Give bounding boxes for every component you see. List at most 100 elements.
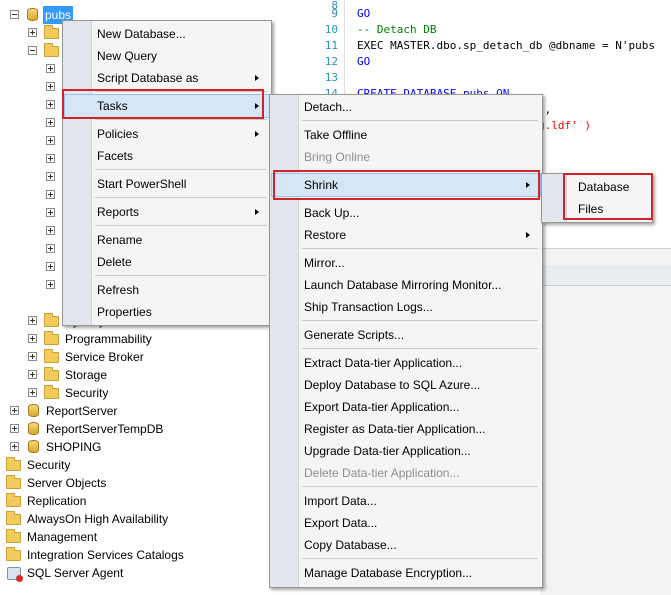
menu-separator <box>302 320 538 321</box>
expand-icon[interactable] <box>46 64 55 73</box>
menu-item-label: Delete <box>97 255 132 269</box>
menu-item-label: Delete Data-tier Application... <box>304 466 460 480</box>
menu-item-label: Facets <box>97 149 134 163</box>
menu-item-shrink-database[interactable]: Database <box>544 176 650 198</box>
menu-item-restore[interactable]: Restore <box>272 224 540 246</box>
tasks-submenu: Detach... Take Offline Bring Online Shri… <box>269 94 543 588</box>
menu-item-shrink[interactable]: Shrink <box>271 173 541 197</box>
code-line[interactable]: EXEC MASTER.dbo.sp_detach_db @dbname = N… <box>357 38 655 54</box>
expand-icon[interactable] <box>28 316 37 325</box>
expand-icon[interactable] <box>28 388 37 397</box>
menu-item-label: Extract Data-tier Application... <box>304 356 463 370</box>
menu-item-detach[interactable]: Detach... <box>272 96 540 118</box>
menu-item-delete[interactable]: Delete <box>65 251 269 273</box>
expand-icon[interactable] <box>46 82 55 91</box>
expand-icon[interactable] <box>10 424 19 433</box>
menu-item-ship-transaction-logs[interactable]: Ship Transaction Logs... <box>272 296 540 318</box>
menu-item-label: Database <box>578 180 630 194</box>
menu-item-mirror[interactable]: Mirror... <box>272 252 540 274</box>
menu-item-import-data[interactable]: Import Data... <box>272 490 540 512</box>
menu-item-label: Tasks <box>97 99 128 113</box>
menu-item-refresh[interactable]: Refresh <box>65 279 269 301</box>
menu-item-script-database-as[interactable]: Script Database as <box>65 67 269 89</box>
expand-icon[interactable] <box>10 442 19 451</box>
submenu-arrow-icon <box>255 103 259 109</box>
folder-icon <box>6 457 21 471</box>
menu-item-label: Take Offline <box>304 128 368 142</box>
expand-icon[interactable] <box>46 280 55 289</box>
menu-item-label: Files <box>578 202 604 216</box>
expand-icon[interactable] <box>46 172 55 181</box>
menu-item-label: Shrink <box>304 178 339 192</box>
menu-item-back-up[interactable]: Back Up... <box>272 202 540 224</box>
menu-item-new-database[interactable]: New Database... <box>65 23 269 45</box>
menu-separator <box>95 197 267 198</box>
menu-item-label: Policies <box>97 127 139 141</box>
code-line[interactable]: GO <box>357 6 370 22</box>
expand-icon[interactable] <box>28 370 37 379</box>
menu-item-label: Export Data... <box>304 516 378 530</box>
menu-item-export-data[interactable]: Export Data... <box>272 512 540 534</box>
code-line[interactable]: -- Detach DB <box>357 22 436 38</box>
menu-item-take-offline[interactable]: Take Offline <box>272 124 540 146</box>
menu-item-upgrade-data-tier[interactable]: Upgrade Data-tier Application... <box>272 440 540 462</box>
folder-icon <box>6 475 21 489</box>
menu-item-start-powershell[interactable]: Start PowerShell <box>65 173 269 195</box>
expand-icon[interactable] <box>28 352 37 361</box>
expand-icon[interactable] <box>46 262 55 271</box>
folder-icon <box>44 331 59 345</box>
expand-icon[interactable] <box>46 118 55 127</box>
folder-icon <box>6 511 21 525</box>
menu-item-new-query[interactable]: New Query <box>65 45 269 67</box>
menu-item-properties[interactable]: Properties <box>65 301 269 323</box>
code-line[interactable]: GO <box>357 54 370 70</box>
menu-item-rename[interactable]: Rename <box>65 229 269 251</box>
folder-icon <box>44 25 59 39</box>
menu-separator <box>95 91 267 92</box>
menu-item-policies[interactable]: Policies <box>65 123 269 145</box>
menu-item-label: New Database... <box>97 27 186 41</box>
expand-icon[interactable] <box>10 406 19 415</box>
menu-item-label: Script Database as <box>97 71 199 85</box>
menu-item-export-data-tier[interactable]: Export Data-tier Application... <box>272 396 540 418</box>
code-fragment[interactable]: g.ldf' ) <box>538 118 591 134</box>
tree-node-label: AlwaysOn High Availability <box>27 512 169 526</box>
menu-item-shrink-files[interactable]: Files <box>544 198 650 220</box>
submenu-arrow-icon <box>255 209 259 215</box>
expand-icon[interactable] <box>28 334 37 343</box>
menu-separator <box>302 558 538 559</box>
menu-item-generate-scripts[interactable]: Generate Scripts... <box>272 324 540 346</box>
menu-item-bring-online: Bring Online <box>272 146 540 168</box>
menu-item-launch-mirroring-monitor[interactable]: Launch Database Mirroring Monitor... <box>272 274 540 296</box>
tree-node-label: Replication <box>27 494 87 508</box>
menu-item-label: Reports <box>97 205 140 219</box>
menu-separator <box>302 198 538 199</box>
menu-item-deploy-sql-azure[interactable]: Deploy Database to SQL Azure... <box>272 374 540 396</box>
tree-node-label: SHOPING <box>46 440 102 454</box>
expand-icon[interactable] <box>28 28 37 37</box>
menu-item-copy-database[interactable]: Copy Database... <box>272 534 540 556</box>
menu-item-manage-encryption[interactable]: Manage Database Encryption... <box>272 562 540 584</box>
folder-icon <box>44 367 59 381</box>
expand-icon[interactable] <box>46 136 55 145</box>
menu-item-label: Mirror... <box>304 256 345 270</box>
menu-item-tasks[interactable]: Tasks <box>64 94 270 118</box>
menu-item-extract-data-tier[interactable]: Extract Data-tier Application... <box>272 352 540 374</box>
expand-icon[interactable] <box>46 244 55 253</box>
menu-item-register-data-tier[interactable]: Register as Data-tier Application... <box>272 418 540 440</box>
tree-node-label: SQL Server Agent <box>27 566 124 580</box>
menu-item-facets[interactable]: Facets <box>65 145 269 167</box>
menu-separator <box>95 275 267 276</box>
expand-icon[interactable] <box>46 190 55 199</box>
expand-icon[interactable] <box>46 154 55 163</box>
expand-icon[interactable] <box>46 226 55 235</box>
menu-item-label: Deploy Database to SQL Azure... <box>304 378 481 392</box>
menu-separator <box>95 225 267 226</box>
menu-item-reports[interactable]: Reports <box>65 201 269 223</box>
expand-icon[interactable] <box>46 100 55 109</box>
expand-icon[interactable] <box>46 208 55 217</box>
menu-item-label: Generate Scripts... <box>304 328 405 342</box>
menu-item-label: Refresh <box>97 283 140 297</box>
collapse-icon[interactable] <box>10 10 19 19</box>
collapse-icon[interactable] <box>28 46 37 55</box>
